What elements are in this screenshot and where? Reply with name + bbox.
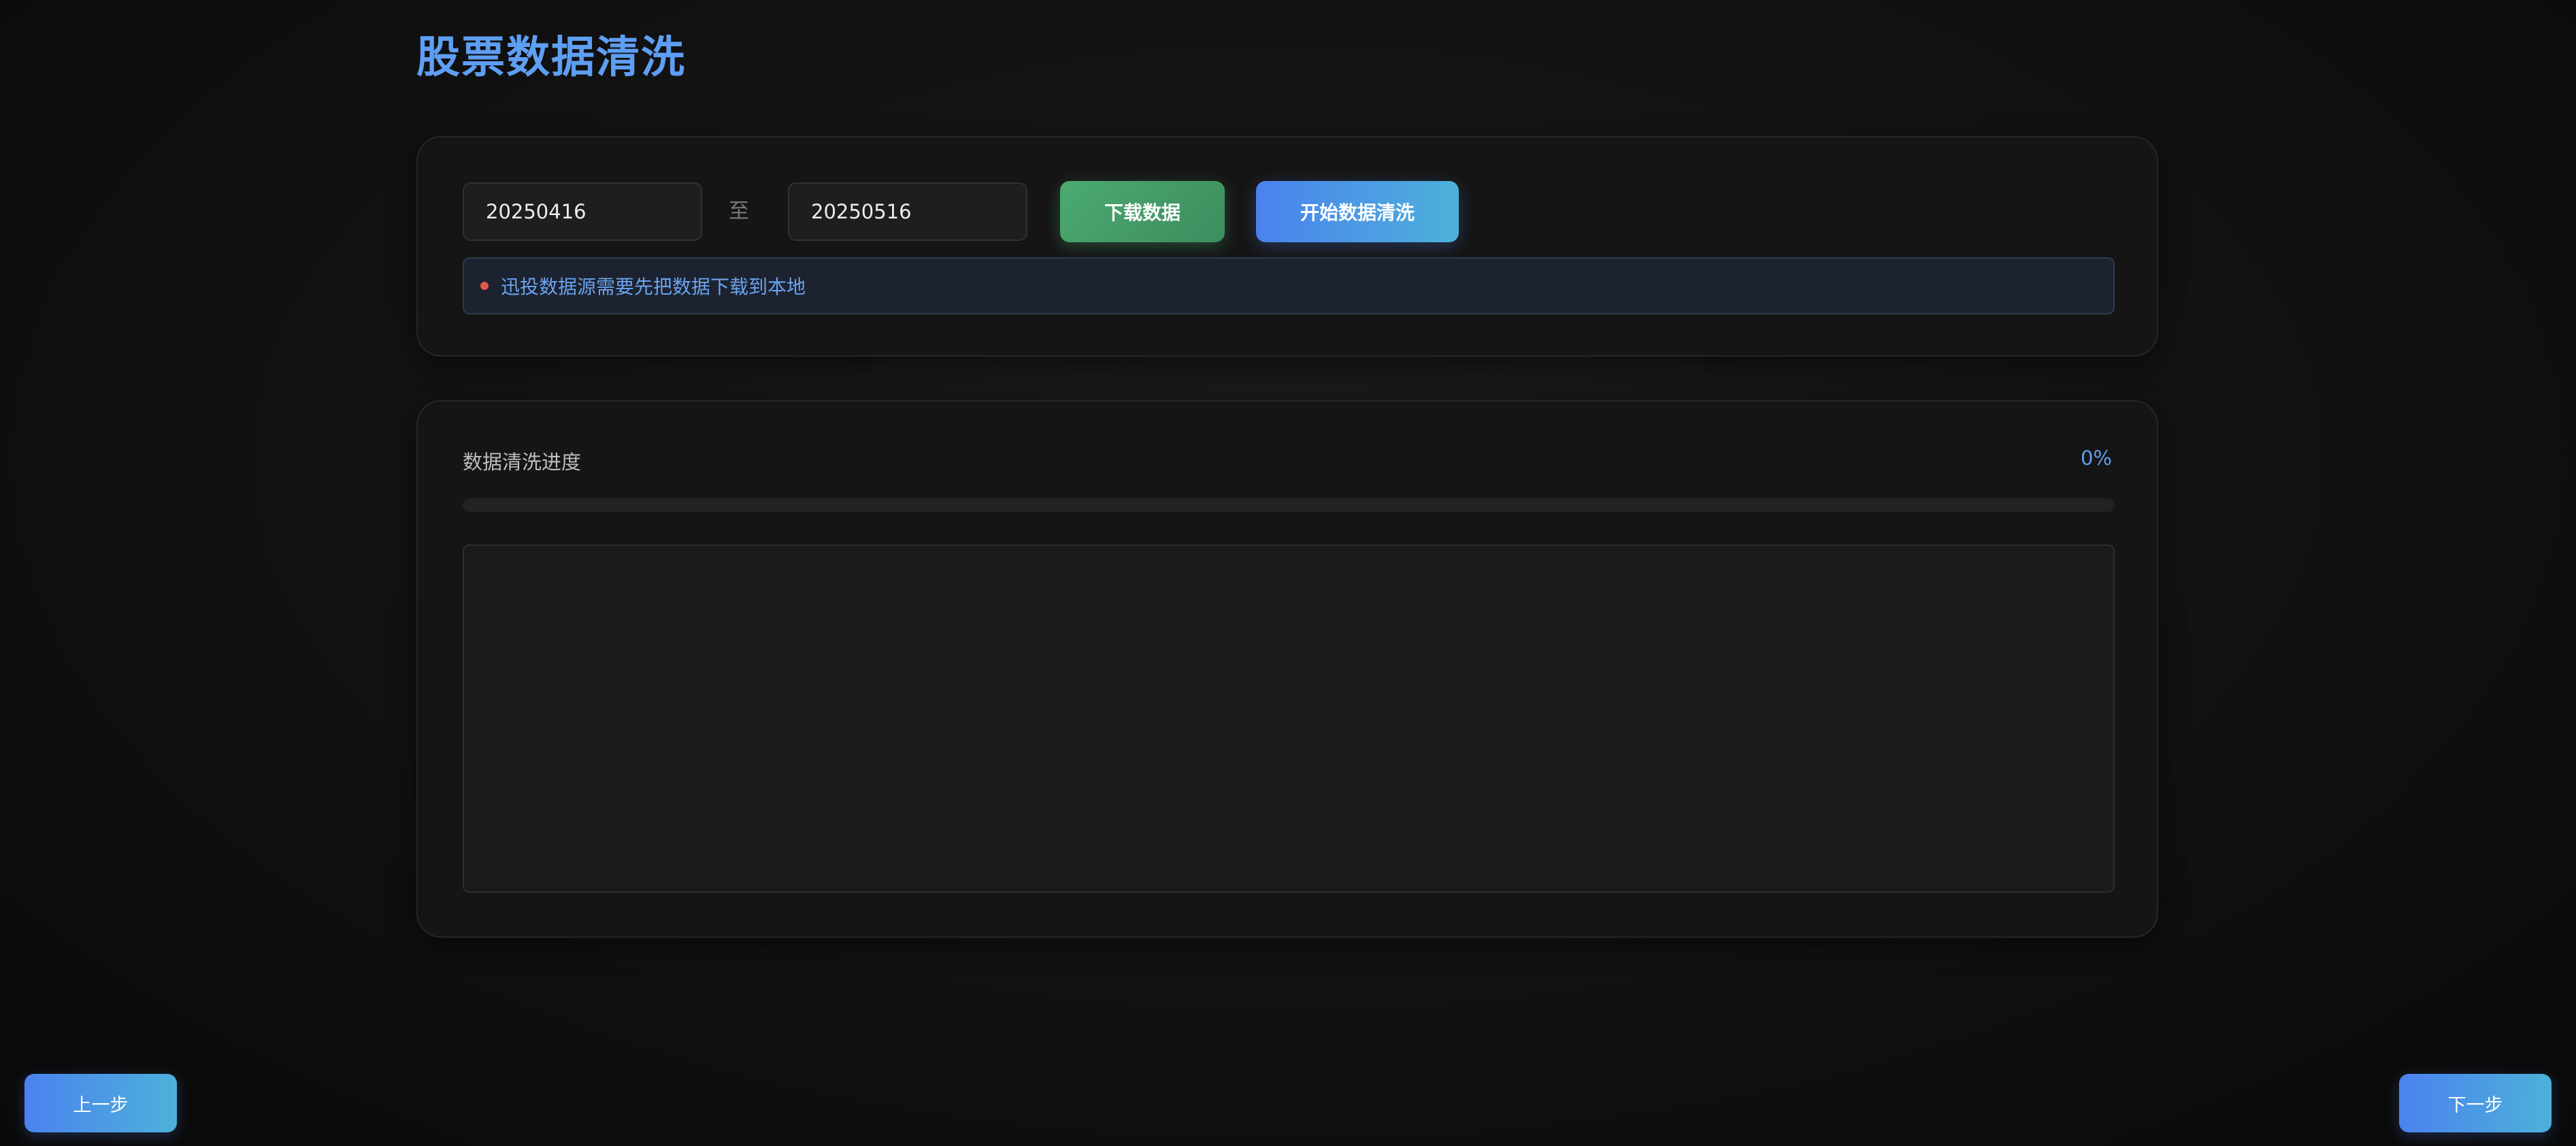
- controls-panel: 至 下载数据 开始数据清洗 迅投数据源需要先把数据下载到本地: [416, 136, 2158, 357]
- start-date-input[interactable]: [463, 182, 702, 241]
- progress-percent: 0%: [2080, 446, 2112, 470]
- download-data-button[interactable]: 下载数据: [1060, 181, 1225, 242]
- progress-bar: [463, 498, 2115, 512]
- bullet-dot-icon: [480, 282, 489, 290]
- progress-panel: 数据清洗进度 0%: [416, 400, 2158, 938]
- previous-step-button[interactable]: 上一步: [24, 1074, 177, 1132]
- next-step-button[interactable]: 下一步: [2399, 1074, 2552, 1132]
- end-date-input[interactable]: [788, 182, 1027, 241]
- page-title: 股票数据清洗: [416, 33, 686, 83]
- progress-label: 数据清洗进度: [463, 451, 582, 474]
- start-clean-button[interactable]: 开始数据清洗: [1256, 181, 1459, 242]
- date-range-separator: 至: [729, 199, 749, 223]
- log-output-area[interactable]: [463, 544, 2115, 893]
- notice-text: 迅投数据源需要先把数据下载到本地: [501, 276, 806, 298]
- notice-banner: 迅投数据源需要先把数据下载到本地: [463, 257, 2115, 314]
